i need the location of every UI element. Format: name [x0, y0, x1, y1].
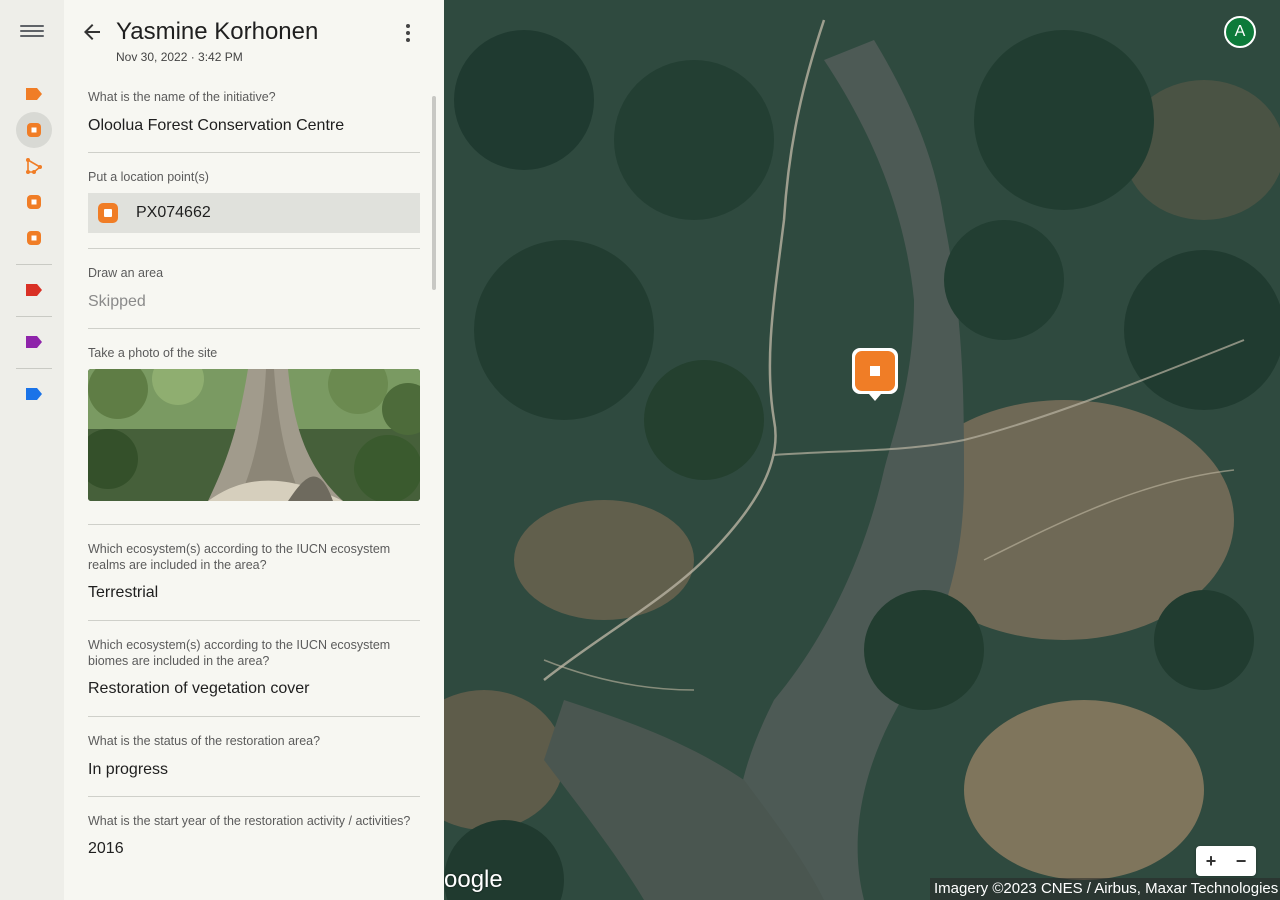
question-label: What is the start year of the restoratio…	[88, 814, 411, 828]
answer-skipped: Skipped	[88, 293, 146, 310]
back-arrow-icon[interactable]	[80, 20, 104, 44]
zoom-out-button[interactable]: −	[1226, 846, 1256, 876]
answer-value: Oloolua Forest Conservation Centre	[88, 117, 345, 134]
google-logo: oogle	[444, 866, 503, 893]
job-red-tag-icon[interactable]	[16, 272, 52, 308]
question-initiative-name: What is the name of the initiative? Oloo…	[88, 89, 420, 135]
question-photo: Take a photo of the site	[88, 345, 420, 361]
location-marker[interactable]	[852, 348, 898, 402]
question-ecosystem-realms: Which ecosystem(s) according to the IUCN…	[88, 541, 420, 602]
site-photo[interactable]	[88, 369, 420, 501]
job-orange-tag-icon[interactable]	[16, 76, 52, 112]
submission-timestamp: Nov 30, 2022 · 3:42 PM	[116, 50, 243, 64]
question-label: Draw an area	[88, 266, 164, 280]
divider	[88, 524, 420, 525]
location-point-id: PX074662	[136, 204, 211, 221]
rail-divider	[16, 264, 52, 265]
navigation-rail	[0, 0, 64, 900]
page-title: Yasmine Korhonen	[116, 18, 319, 45]
question-label: Which ecosystem(s) according to the IUCN…	[88, 638, 391, 668]
divider	[88, 620, 420, 621]
submission-panel: Yasmine Korhonen Nov 30, 2022 · 3:42 PM …	[64, 0, 444, 900]
divider	[88, 248, 420, 249]
question-draw-area: Draw an area Skipped	[88, 265, 420, 311]
question-restoration-status: What is the status of the restoration ar…	[88, 733, 420, 779]
answer-value: In progress	[88, 761, 169, 778]
question-start-year: What is the start year of the restoratio…	[88, 813, 420, 858]
question-ecosystem-biomes: Which ecosystem(s) according to the IUCN…	[88, 637, 420, 698]
question-label: What is the status of the restoration ar…	[88, 734, 321, 748]
menu-icon[interactable]	[20, 22, 44, 42]
rail-divider	[16, 316, 52, 317]
answer-value: Terrestrial	[88, 584, 159, 601]
question-label: Put a location point(s)	[88, 170, 209, 184]
job-blue-tag-icon[interactable]	[16, 376, 52, 412]
question-label: Take a photo of the site	[88, 346, 218, 360]
answer-value: Restoration of vegetation cover	[88, 680, 310, 697]
scrollbar[interactable]	[432, 96, 436, 290]
user-avatar[interactable]: A	[1224, 16, 1256, 48]
divider	[88, 716, 420, 717]
divider	[88, 152, 420, 153]
satellite-map[interactable]: A + − oogle Imagery ©2023 CNES / Airbus,…	[444, 0, 1280, 900]
question-location-point: Put a location point(s)	[88, 169, 420, 185]
answer-value: 2016	[88, 840, 124, 857]
more-options-icon[interactable]	[396, 20, 420, 46]
polygon-layer-icon[interactable]	[16, 148, 52, 184]
divider	[88, 796, 420, 797]
satellite-imagery	[444, 0, 1280, 900]
rail-divider	[16, 368, 52, 369]
job-purple-tag-icon[interactable]	[16, 324, 52, 360]
map-attribution: Imagery ©2023 CNES / Airbus, Maxar Techn…	[930, 878, 1280, 900]
point-layer-icon[interactable]	[16, 220, 52, 256]
divider	[88, 328, 420, 329]
question-label: Which ecosystem(s) according to the IUCN…	[88, 542, 391, 572]
location-point-item[interactable]: PX074662	[88, 193, 420, 233]
zoom-in-button[interactable]: +	[1196, 846, 1226, 876]
panel-header: Yasmine Korhonen Nov 30, 2022 · 3:42 PM	[64, 0, 444, 76]
point-layer-icon[interactable]	[16, 184, 52, 220]
zoom-controls: + −	[1196, 846, 1256, 876]
question-label: What is the name of the initiative?	[88, 90, 276, 104]
point-icon	[98, 203, 118, 223]
point-layer-icon[interactable]	[16, 112, 52, 148]
